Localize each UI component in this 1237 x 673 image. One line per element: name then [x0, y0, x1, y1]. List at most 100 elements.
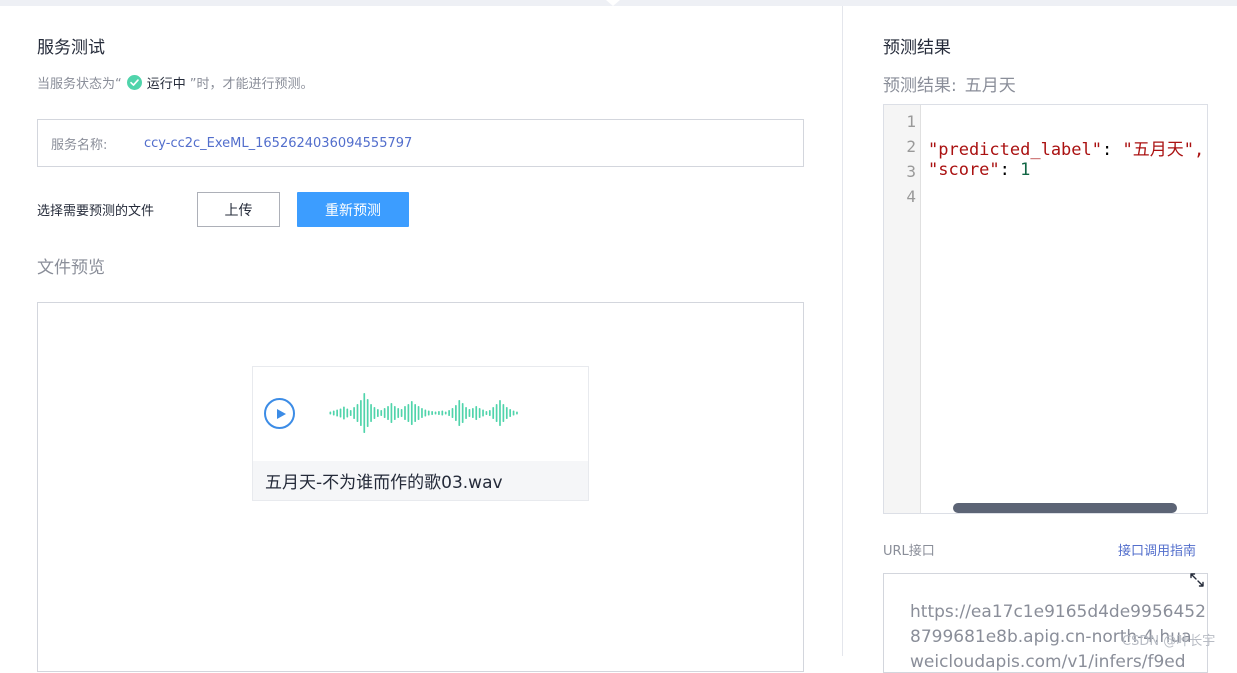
waveform	[329, 393, 518, 433]
wave-bar	[516, 411, 518, 415]
wave-bar	[390, 403, 393, 423]
select-file-row: 选择需要预测的文件 上传 重新预测	[37, 192, 409, 227]
prediction-result-label: 预测结果:	[883, 76, 957, 96]
upload-button[interactable]: 上传	[197, 192, 280, 227]
wave-bar	[482, 409, 484, 417]
check-circle-icon	[126, 75, 142, 90]
json-value: "五月天",	[1122, 140, 1205, 160]
wave-bar	[431, 411, 433, 415]
wave-bar	[417, 406, 420, 420]
select-file-label: 选择需要预测的文件	[37, 204, 155, 219]
json-value: 1	[1020, 160, 1031, 180]
audio-filename: 五月天-不为谁而作的歌03.wav	[253, 461, 588, 500]
wave-bar	[451, 408, 454, 418]
hint-suffix: ”时，才能进行预测。	[189, 77, 314, 92]
wave-bar	[509, 409, 512, 417]
wave-bar	[383, 408, 386, 418]
wave-bar	[475, 406, 478, 420]
wave-bar	[404, 406, 406, 420]
wave-bar	[343, 406, 345, 420]
watermark: CSDN @叶长宇	[1122, 634, 1216, 649]
wave-bar	[427, 410, 430, 416]
code-line-3: "score": 1	[928, 160, 1030, 180]
wave-bar	[356, 404, 359, 422]
wave-bar	[414, 404, 417, 422]
url-text-line: https://ea17c1e9165d4de9956452	[910, 602, 1206, 622]
hint-status: 运行中	[146, 77, 186, 92]
horizontal-scrollbar[interactable]	[953, 503, 1177, 513]
service-name-value: ccy-cc2c_ExeML_1652624036094555797	[144, 135, 413, 151]
wave-bar	[397, 408, 400, 418]
wave-bar	[495, 404, 498, 422]
code-line-2: "predicted_label": "五月天",	[928, 135, 1204, 160]
line-number-gutter: 1 2 3 4	[884, 105, 921, 513]
wave-bar	[421, 408, 423, 418]
wave-bar	[380, 410, 383, 416]
result-code-editor[interactable]: 1 2 3 4 "predicted_label": "五月天", "score…	[883, 104, 1208, 514]
wave-bar	[465, 407, 467, 419]
wave-bar	[366, 399, 369, 427]
prediction-result-value: 五月天	[964, 76, 1016, 96]
line-number: 1	[906, 112, 916, 131]
wave-bar	[349, 410, 352, 416]
file-preview-title: 文件预览	[37, 258, 105, 278]
wave-bar	[441, 410, 444, 416]
hint-prefix: 当服务状态为“	[37, 77, 122, 92]
wave-bar	[400, 409, 403, 417]
json-key: "score"	[928, 160, 1000, 180]
wave-bar	[485, 411, 488, 415]
wave-bar	[488, 410, 491, 416]
wave-bar	[373, 407, 376, 419]
url-text-line: weicloudapis.com/v1/infers/f9ed	[910, 652, 1186, 672]
wave-bar	[387, 406, 389, 420]
audio-player-card: 五月天-不为谁而作的歌03.wav	[252, 366, 589, 501]
prediction-title: 预测结果	[883, 38, 951, 58]
wave-bar	[410, 401, 413, 425]
wave-bar	[448, 410, 450, 416]
wave-bar	[339, 408, 342, 418]
wave-bar	[444, 411, 447, 415]
url-label: URL接口	[883, 544, 935, 559]
panel-divider	[842, 6, 843, 656]
line-number: 4	[906, 187, 916, 206]
line-number: 2	[906, 137, 916, 156]
line-number: 3	[906, 162, 916, 181]
api-guide-link[interactable]: 接口调用指南	[1118, 540, 1196, 559]
prediction-summary: 预测结果: 五月天	[883, 71, 1016, 96]
wave-bar	[499, 400, 501, 426]
status-hint: 当服务状态为“ 运行中 ”时，才能进行预测。	[37, 73, 314, 92]
wave-bar	[332, 410, 335, 416]
wave-bar	[346, 408, 349, 418]
wave-bar	[472, 408, 474, 418]
wave-bar	[360, 400, 362, 426]
service-name-box: 服务名称: ccy-cc2c_ExeML_1652624036094555797	[37, 119, 804, 167]
wave-bar	[512, 410, 515, 416]
wave-bar	[492, 407, 495, 419]
json-sep: :	[999, 160, 1021, 180]
wave-bar	[377, 409, 379, 417]
wave-bar	[363, 393, 366, 433]
url-textbox[interactable]: https://ea17c1e9165d4de9956452 8799681e8…	[883, 573, 1208, 673]
wave-bar	[434, 411, 437, 415]
wave-bar	[329, 411, 332, 415]
wave-bar	[455, 405, 457, 421]
wave-bar	[468, 409, 471, 417]
wave-bar	[424, 409, 427, 417]
json-sep: :	[1102, 140, 1123, 160]
wave-bar	[502, 404, 505, 422]
wave-bar	[478, 408, 481, 418]
wave-bar	[353, 407, 355, 419]
wave-bar	[438, 411, 440, 415]
wave-bar	[393, 406, 396, 420]
wave-bar	[370, 404, 372, 422]
wave-bar	[458, 400, 461, 426]
wave-bar	[505, 407, 508, 419]
wave-bar	[407, 404, 410, 422]
service-name-label: 服务名称:	[51, 137, 108, 153]
expand-icon[interactable]	[1189, 572, 1205, 588]
play-icon[interactable]	[264, 398, 295, 429]
json-key: "predicted_label"	[928, 140, 1102, 160]
repredict-button[interactable]: 重新预测	[297, 192, 409, 227]
service-test-title: 服务测试	[37, 38, 105, 58]
wave-bar	[461, 403, 464, 423]
